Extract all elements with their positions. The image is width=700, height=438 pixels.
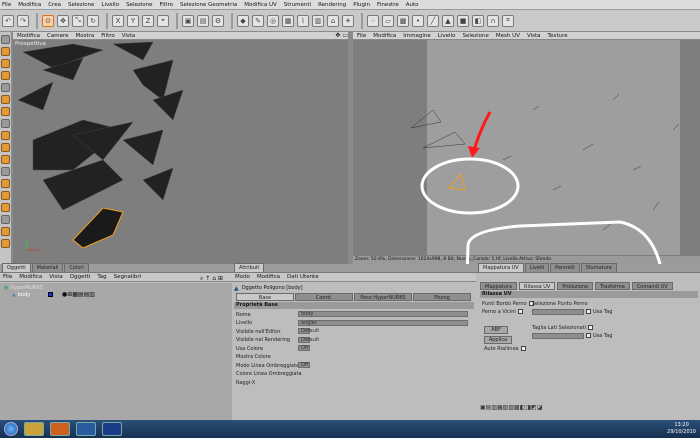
attribute-value[interactable]: Default <box>298 328 319 334</box>
pin-border-option[interactable]: Punti Bordo Perno <box>482 300 534 307</box>
attributes-menubar: Modo Modifica Dati Utente <box>232 273 476 282</box>
uv-panel-tab[interactable]: Pennelli <box>550 263 580 272</box>
attribute-row: Modo Linea Ombreggiata <box>236 362 299 369</box>
media-player-icon[interactable] <box>50 422 70 436</box>
uv-panel-tab[interactable]: Mappatura UV <box>478 263 524 272</box>
list-item[interactable]: ◉ HyperNURBS <box>4 284 43 291</box>
attributes-subtab[interactable]: Peso HyperNURBS <box>354 293 412 301</box>
objects-menu-item[interactable]: Vista <box>49 274 63 280</box>
attribute-row: Colore Linea Ombreggiata <box>236 371 302 378</box>
object-list: ◉ HyperNURBS ▲ body ●⊞▦▤▤▥ <box>0 283 232 420</box>
uv-panel-tab[interactable]: Sfumature <box>580 263 617 272</box>
auto-realign-option[interactable]: Auto Riallinea <box>484 345 526 352</box>
attributes-object-title: ▲ Oggetto Poligono [body] <box>234 284 303 292</box>
objects-panel: Oggetti Materiali Colori File Modifica Vista… <box>0 263 232 420</box>
method-dropdown[interactable]: ABF <box>484 326 508 334</box>
tab-objects-0[interactable]: Oggetti <box>2 263 31 272</box>
uv-panel-subtab[interactable]: Trasforma <box>595 282 630 290</box>
objects-menu-item[interactable]: Segnalibri <box>114 274 142 280</box>
attributes-menu-item[interactable]: Modo <box>235 274 250 280</box>
tab-objects-1[interactable]: Materiali <box>31 263 64 272</box>
tab-objects-2[interactable]: Colori <box>64 263 89 272</box>
attribute-label: Mostra Colore <box>236 354 271 360</box>
objects-menu-item[interactable]: Oggetti <box>70 274 91 280</box>
pin-selection-option[interactable]: Selezione Punto Perno <box>532 300 588 307</box>
objects-menu-item[interactable]: Tag <box>97 274 106 280</box>
cinema4d-icon[interactable] <box>76 422 96 436</box>
uv-panel-subtab[interactable]: Rilassa UV <box>519 282 556 290</box>
system-clock[interactable]: 13:20 29/10/2010 <box>667 422 696 436</box>
objects-search-icon[interactable]: ⌕ ↑ ⌂ ⊞ <box>200 275 223 283</box>
attributes-panel: Attributi Modo Modifica Dati Utente ▲ Ogge… <box>232 263 476 420</box>
attribute-value[interactable]: Off <box>298 362 310 368</box>
attribute-label: Usa Colore <box>236 345 263 352</box>
hypernurbs-icon: ◉ <box>4 284 9 291</box>
attribute-value[interactable]: Off <box>298 345 310 351</box>
objects-menu-item[interactable]: Modifica <box>19 274 42 280</box>
tag-icons[interactable]: ●⊞▦▤▤▥ <box>62 291 95 298</box>
attribute-row: Nome <box>236 311 251 318</box>
attribute-row: Visibile nel Rendering <box>236 337 290 344</box>
attribute-label: Nome <box>236 311 251 318</box>
attributes-subtab[interactable]: Base <box>236 293 294 301</box>
cut-edges-option[interactable]: Taglia Lati Selezionati <box>532 324 594 331</box>
attribute-label: Modo Linea Ombreggiata <box>236 362 300 369</box>
objects-menu-item[interactable]: File <box>3 274 12 280</box>
section-header: Proprietà Base <box>234 302 474 309</box>
uv-panel-subtab[interactable]: Comandi UV <box>631 282 673 290</box>
attribute-label: Raggi-X <box>236 379 256 386</box>
photoshop-icon[interactable] <box>102 422 122 436</box>
taskbar: 13:20 29/10/2010 <box>0 420 700 438</box>
pin-neighbors-checkbox[interactable] <box>517 309 523 314</box>
explorer-icon[interactable] <box>24 422 44 436</box>
attribute-value[interactable]: angler <box>298 319 468 326</box>
uv-panel-subtab[interactable]: Proiezione <box>557 282 594 290</box>
section-header: Rilassa UV <box>480 291 698 298</box>
attributes-subtab[interactable]: Phong <box>413 293 471 301</box>
attribute-label: Visibile nell'Editor <box>236 328 281 335</box>
attribute-row: Visibile nell'Editor <box>236 328 281 335</box>
attribute-value[interactable]: Default <box>298 336 319 343</box>
attribute-row: Raggi-X <box>236 379 255 386</box>
pin-selection-tag-field[interactable]: Usa Tag <box>532 308 612 315</box>
uv-panel-subtabs: Mappatura Rilassa UV Proiezione Trasforma Co… <box>480 282 698 290</box>
visibility-dot-icon[interactable] <box>48 292 53 297</box>
attributes-menu-item[interactable]: Modifica <box>257 274 280 280</box>
uv-bottom-icons[interactable]: ▣▤▥▦▧▨▩◧◨◩◪ <box>480 404 600 413</box>
polygon-object-icon: ▲ <box>12 291 16 298</box>
attributes-subtab[interactable]: Coord. <box>295 293 353 301</box>
attribute-label: Livello <box>236 320 253 326</box>
attributes-subtabs: Base Coord. Peso HyperNURBS Phong <box>236 293 472 301</box>
pin-neighbors-option[interactable]: Perno a Vicini <box>482 308 523 315</box>
list-item[interactable]: ▲ body <box>12 291 30 298</box>
attribute-row: Livello <box>236 320 252 327</box>
attribute-label: Visibile nel Rendering <box>236 337 291 343</box>
attribute-row: Mostra Colore <box>236 354 271 361</box>
uv-panel-tab[interactable]: Livelli <box>524 263 550 272</box>
attribute-row: Usa Colore <box>236 345 263 352</box>
uv-panel: Mappatura UV Livelli Pennelli Sfumature Map… <box>476 263 700 420</box>
attributes-tabs: Attributi <box>232 263 476 273</box>
attribute-value[interactable]: body <box>298 311 468 317</box>
objects-menubar: File Modifica Vista Oggetti Tag Segnalibri <box>0 273 232 282</box>
cut-edges-tag-field[interactable]: Usa Tag <box>532 332 612 339</box>
auto-realign-checkbox[interactable] <box>520 346 526 351</box>
objects-tabs: Oggetti Materiali Colori <box>0 263 232 273</box>
apply-button[interactable]: Applica <box>484 336 512 344</box>
attributes-menu-item[interactable]: Dati Utente <box>287 274 319 280</box>
uv-panel-tabs: Mappatura UV Livelli Pennelli Sfumature <box>476 263 700 273</box>
uv-panel-subtab[interactable]: Mappatura <box>480 282 518 290</box>
cut-edges-checkbox[interactable] <box>588 325 594 330</box>
tab-attributes[interactable]: Attributi <box>234 263 265 272</box>
attribute-label: Colore Linea Ombreggiata <box>236 371 302 377</box>
start-button[interactable] <box>4 422 18 436</box>
polygon-object-icon: ▲ <box>234 284 239 292</box>
